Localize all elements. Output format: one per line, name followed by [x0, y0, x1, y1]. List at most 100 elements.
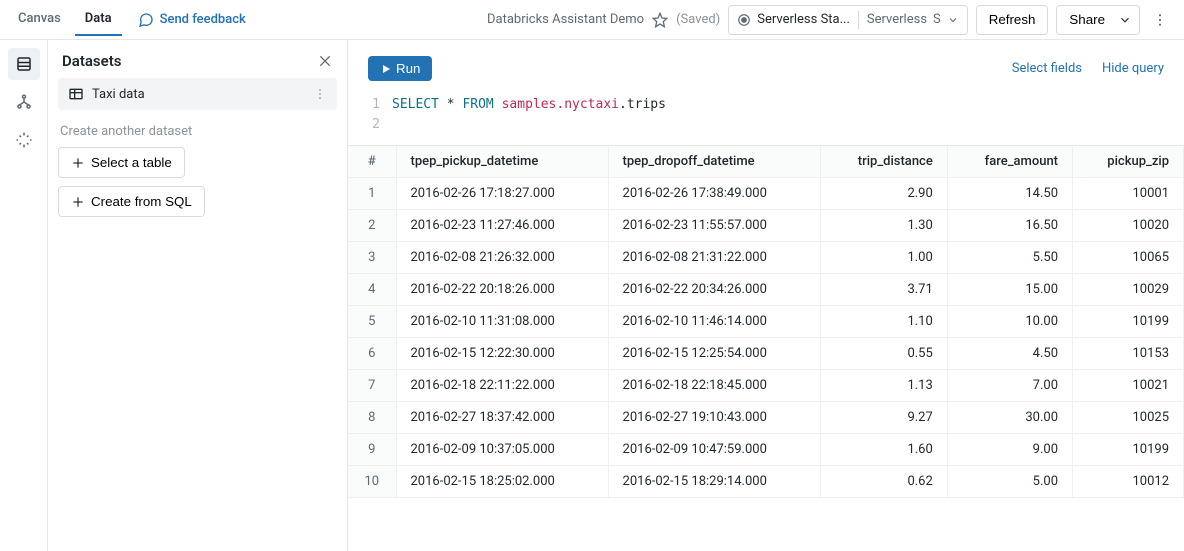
table-cell: 5.00 — [947, 466, 1072, 498]
table-cell: 10153 — [1073, 338, 1184, 370]
datasets-sidebar: Datasets Taxi data Create another datase… — [48, 40, 348, 551]
table-row[interactable]: 52016-02-10 11:31:08.0002016-02-10 11:46… — [348, 306, 1184, 338]
table-cell: 2016-02-08 21:26:32.000 — [396, 242, 608, 274]
column-header[interactable]: fare_amount — [947, 146, 1072, 178]
table-cell: 16.50 — [947, 210, 1072, 242]
table-cell: 10065 — [1073, 242, 1184, 274]
content-area: Run Select fields Hide query 1 SELECT * … — [348, 40, 1184, 551]
compute-selector[interactable]: Serverless Sta... Serverless S — [728, 5, 968, 35]
select-table-label: Select a table — [91, 155, 172, 170]
share-button[interactable]: Share — [1056, 5, 1118, 35]
sidebar-title: Datasets — [62, 52, 121, 70]
rail-assistant-button[interactable] — [8, 124, 40, 156]
table-cell: 2.90 — [820, 178, 947, 210]
plus-icon — [71, 156, 85, 170]
row-index-cell: 1 — [348, 178, 396, 210]
topbar-right: Databricks Assistant Demo (Saved) Server… — [487, 5, 1176, 35]
select-table-button[interactable]: Select a table — [58, 147, 185, 178]
table-row[interactable]: 22016-02-23 11:27:46.0002016-02-23 11:55… — [348, 210, 1184, 242]
table-icon — [68, 86, 84, 102]
list-icon — [15, 55, 33, 73]
table-cell: 2016-02-10 11:31:08.000 — [396, 306, 608, 338]
run-button[interactable]: Run — [368, 56, 432, 81]
table-cell: 10199 — [1073, 434, 1184, 466]
rail-datasets-button[interactable] — [8, 48, 40, 80]
create-from-sql-button[interactable]: Create from SQL — [58, 186, 205, 217]
main-area: Datasets Taxi data Create another datase… — [0, 40, 1184, 551]
table-cell: 10.00 — [947, 306, 1072, 338]
dataset-item-menu[interactable] — [313, 87, 327, 101]
table-cell: 10021 — [1073, 370, 1184, 402]
table-row[interactable]: 92016-02-09 10:37:05.0002016-02-09 10:47… — [348, 434, 1184, 466]
refresh-button[interactable]: Refresh — [976, 5, 1049, 35]
compute-detail: Serverless — [867, 12, 927, 27]
table-cell: 2016-02-23 11:55:57.000 — [608, 210, 820, 242]
line-number: 2 — [368, 115, 392, 135]
dataset-item[interactable]: Taxi data — [58, 78, 337, 110]
table-cell: 2016-02-23 11:27:46.000 — [396, 210, 608, 242]
sidebar-header: Datasets — [58, 48, 337, 78]
column-header[interactable]: tpep_pickup_datetime — [396, 146, 608, 178]
table-cell: 7.00 — [947, 370, 1072, 402]
tab-data[interactable]: Data — [75, 3, 122, 36]
table-cell: 3.71 — [820, 274, 947, 306]
table-row[interactable]: 42016-02-22 20:18:26.0002016-02-22 20:34… — [348, 274, 1184, 306]
row-index-cell: 7 — [348, 370, 396, 402]
table-cell: 2016-02-15 18:29:14.000 — [608, 466, 820, 498]
column-header[interactable]: tpep_dropoff_datetime — [608, 146, 820, 178]
send-feedback-link[interactable]: Send feedback — [138, 12, 246, 28]
sparkle-icon — [15, 131, 33, 149]
code-line-1: 1 SELECT * FROM samples.nyctaxi.trips — [368, 95, 1164, 115]
dashboard-title: Databricks Assistant Demo — [487, 12, 644, 27]
table-cell: 10012 — [1073, 466, 1184, 498]
plus-icon — [71, 195, 85, 209]
table-cell: 10029 — [1073, 274, 1184, 306]
results-table: #tpep_pickup_datetimetpep_dropoff_dateti… — [348, 146, 1184, 498]
send-feedback-label: Send feedback — [160, 12, 246, 27]
column-header[interactable]: trip_distance — [820, 146, 947, 178]
table-row[interactable]: 32016-02-08 21:26:32.0002016-02-08 21:31… — [348, 242, 1184, 274]
table-cell: 2016-02-27 19:10:43.000 — [608, 402, 820, 434]
table-cell: 2016-02-22 20:34:26.000 — [608, 274, 820, 306]
table-row[interactable]: 102016-02-15 18:25:02.0002016-02-15 18:2… — [348, 466, 1184, 498]
table-cell: 10001 — [1073, 178, 1184, 210]
query-toolbar: Run Select fields Hide query — [368, 56, 1164, 81]
table-row[interactable]: 72016-02-18 22:11:22.0002016-02-18 22:18… — [348, 370, 1184, 402]
table-cell: 5.50 — [947, 242, 1072, 274]
separator — [858, 11, 859, 29]
sql-editor[interactable]: 1 SELECT * FROM samples.nyctaxi.trips 2 — [368, 95, 1164, 135]
table-row[interactable]: 12016-02-26 17:18:27.0002016-02-26 17:38… — [348, 178, 1184, 210]
chevron-down-icon — [947, 14, 959, 26]
left-rail — [0, 40, 48, 551]
tab-canvas[interactable]: Canvas — [8, 3, 71, 36]
row-index-cell: 9 — [348, 434, 396, 466]
row-index-cell: 3 — [348, 242, 396, 274]
table-cell: 9.27 — [820, 402, 947, 434]
close-icon — [317, 53, 333, 69]
results-grid[interactable]: #tpep_pickup_datetimetpep_dropoff_dateti… — [348, 145, 1184, 551]
table-cell: 2016-02-09 10:47:59.000 — [608, 434, 820, 466]
hide-query-link[interactable]: Hide query — [1102, 61, 1164, 76]
close-sidebar-button[interactable] — [317, 53, 333, 69]
query-area: Run Select fields Hide query 1 SELECT * … — [348, 40, 1184, 145]
table-cell: 1.00 — [820, 242, 947, 274]
table-cell: 14.50 — [947, 178, 1072, 210]
row-index-cell: 4 — [348, 274, 396, 306]
table-row[interactable]: 62016-02-15 12:22:30.0002016-02-15 12:25… — [348, 338, 1184, 370]
table-cell: 2016-02-22 20:18:26.000 — [396, 274, 608, 306]
select-fields-link[interactable]: Select fields — [1012, 61, 1082, 76]
table-row[interactable]: 82016-02-27 18:37:42.0002016-02-27 19:10… — [348, 402, 1184, 434]
table-cell: 9.00 — [947, 434, 1072, 466]
overflow-menu-button[interactable] — [1148, 8, 1172, 32]
column-header-index[interactable]: # — [348, 146, 396, 178]
play-icon — [380, 63, 392, 75]
table-cell: 2016-02-26 17:38:49.000 — [608, 178, 820, 210]
rail-schema-button[interactable] — [8, 86, 40, 118]
share-dropdown-button[interactable] — [1110, 5, 1140, 35]
table-cell: 2016-02-26 17:18:27.000 — [396, 178, 608, 210]
saved-indicator: (Saved) — [676, 12, 720, 27]
query-links: Select fields Hide query — [1012, 61, 1164, 76]
favorite-star-icon[interactable] — [652, 12, 668, 28]
kebab-icon — [1152, 12, 1168, 28]
column-header[interactable]: pickup_zip — [1073, 146, 1184, 178]
